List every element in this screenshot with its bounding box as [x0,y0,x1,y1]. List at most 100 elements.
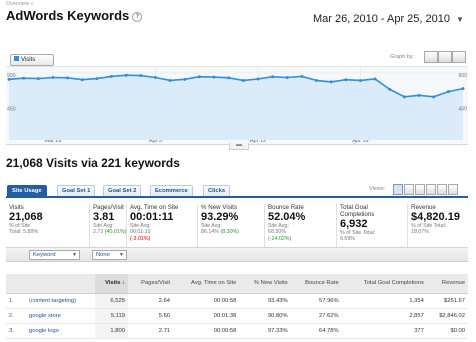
cell-avg-time: 00:00:58 [173,323,240,339]
views-label: Views: [369,186,386,192]
metric-sub: 9.69% [340,236,356,243]
graph-by-label: Graph by: [390,54,415,60]
cell-visits: 6,525 [94,293,128,309]
date-range-text[interactable]: Mar 26, 2010 - Apr 25, 2010 [313,13,450,25]
visits-point [153,75,157,79]
y-tick-label-right: 900 [458,73,467,79]
page-title-text: AdWords Keywords [6,8,130,23]
metric-label: Visits [9,204,24,211]
dropdown-caret-icon[interactable]: ▼ [119,251,124,259]
visits-point [227,76,231,80]
view-performance-button[interactable] [415,184,425,195]
visits-point [256,77,260,81]
visits-point [417,93,421,97]
visits-point [285,75,289,79]
visits-point [183,77,187,81]
keyword-column-header[interactable] [6,274,95,294]
dimension-dropdown[interactable]: Keyword ▼ [29,250,80,260]
secondary-dimension-dropdown[interactable]: None ▼ [92,250,127,260]
metric-delta: (-3.01%) [130,235,151,242]
cell-revenue: $251.57 [426,293,468,309]
metric-value: 6,932 [340,218,368,230]
cell-goal-completions: 377 [341,323,427,339]
visits-point [95,77,99,81]
visits-point [212,75,216,79]
row-number: 2. [6,308,26,324]
dropdown-arrow-icon[interactable]: ▼ [456,15,464,24]
breadcrumb[interactable]: Overview » [6,1,34,7]
cell-pages-visit: 2.71 [127,323,174,339]
metric-sub: Total: 5.88% [9,229,39,236]
column-header-goal-completions[interactable]: Total Goal Completions [341,274,427,294]
visits-point [461,87,465,91]
cell-new-visits: 97.33% [239,323,291,339]
graph-by-day-button[interactable] [424,51,438,63]
dimension-value[interactable]: Keyword [33,252,56,258]
cell-avg-time: 00:01:38 [173,308,240,324]
keyword-link[interactable]: google store [26,308,95,324]
view-percentage-button[interactable] [404,184,414,195]
row-number: 1. [6,293,26,309]
graph-by-month-button[interactable] [452,51,466,63]
y-tick-label-left: 450 [7,107,16,113]
column-header-revenue[interactable]: Revenue [426,274,468,294]
secondary-dimension-value[interactable]: None [96,252,110,258]
visits-point [124,73,128,77]
keyword-link[interactable]: (content targeting) [26,293,95,309]
cell-visits: 5,119 [94,308,128,324]
visits-point [344,78,348,82]
cell-bounce-rate: 27.62% [290,308,342,324]
cell-new-visits: 93.43% [239,293,291,309]
keyword-link[interactable]: google logo [26,323,95,339]
dropdown-caret-icon[interactable]: ▼ [72,251,77,259]
visits-point [22,76,26,80]
visits-summary: 21,068 Visits via 221 keywords [6,156,180,170]
column-header-avg-time[interactable]: Avg. Time on Site [173,274,240,294]
metric-delta: (8.30%) [220,229,239,236]
metric-site-avg: 86.14% [201,229,219,236]
tab-underline [6,196,468,198]
column-header-new-visits[interactable]: % New Visits [239,274,291,294]
metric-value: $4,820.19 [411,211,460,223]
metric-delta: (40.01%) [104,229,127,236]
visits-point [241,78,245,82]
view-cloud-button[interactable] [448,184,458,195]
metric-delta: (-24.02%) [268,235,292,242]
column-header-bounce-rate[interactable]: Bounce Rate [290,274,342,294]
visits-point [110,74,114,78]
visits-point [271,75,275,79]
cell-pages-visit: 2.64 [127,293,174,309]
visits-point [168,78,172,82]
metric-sub: 18.07% [411,229,429,236]
date-range-selector[interactable]: Mar 26, 2010 - Apr 25, 2010 ▼ [313,13,464,25]
column-header-pages-visit[interactable]: Pages/Visit [127,274,174,294]
table-row: 1. (content targeting) 6,525 2.64 00:00:… [6,293,468,309]
view-pivot-button[interactable] [437,184,447,195]
column-header-visits[interactable]: Visits ↓ [94,274,128,294]
graph-metric-selector[interactable]: Visits [10,54,54,66]
view-table-button[interactable] [393,184,403,195]
view-comparison-button[interactable] [426,184,436,195]
cell-goal-completions: 1,354 [341,293,427,309]
visits-point [315,78,319,82]
visits-point [432,95,436,99]
visits-point [329,80,333,84]
help-icon[interactable]: ? [132,12,143,22]
visits-point [446,90,450,94]
graph-metric-label: Visits [21,57,36,63]
metric-color-swatch-icon [14,56,19,61]
visits-chart-svg: Mar 29 Apr 5 Apr 12 Apr 19450 450900 900 [6,67,468,144]
visits-chart[interactable]: Mar 29 Apr 5 Apr 12 Apr 19 450 450 900 900 [6,66,468,145]
table-header-row: Visits ↓ Pages/Visit Avg. Time on Site %… [6,274,468,294]
y-tick-label-right: 450 [458,107,467,113]
metric-value: 52.04% [268,211,306,223]
graph-by-week-button[interactable] [438,51,452,63]
metric-label: Avg. Time on Site [130,204,179,211]
metric-label: Revenue [411,204,436,211]
y-tick-label-left: 900 [7,73,16,79]
cell-avg-time: 00:00:58 [173,293,240,309]
keywords-table: Visits ↓ Pages/Visit Avg. Time on Site %… [6,274,468,339]
cell-bounce-rate: 57.96% [290,293,342,309]
cell-visits: 1,800 [94,323,128,339]
chart-resize-handle[interactable]: ▬ [229,142,249,150]
